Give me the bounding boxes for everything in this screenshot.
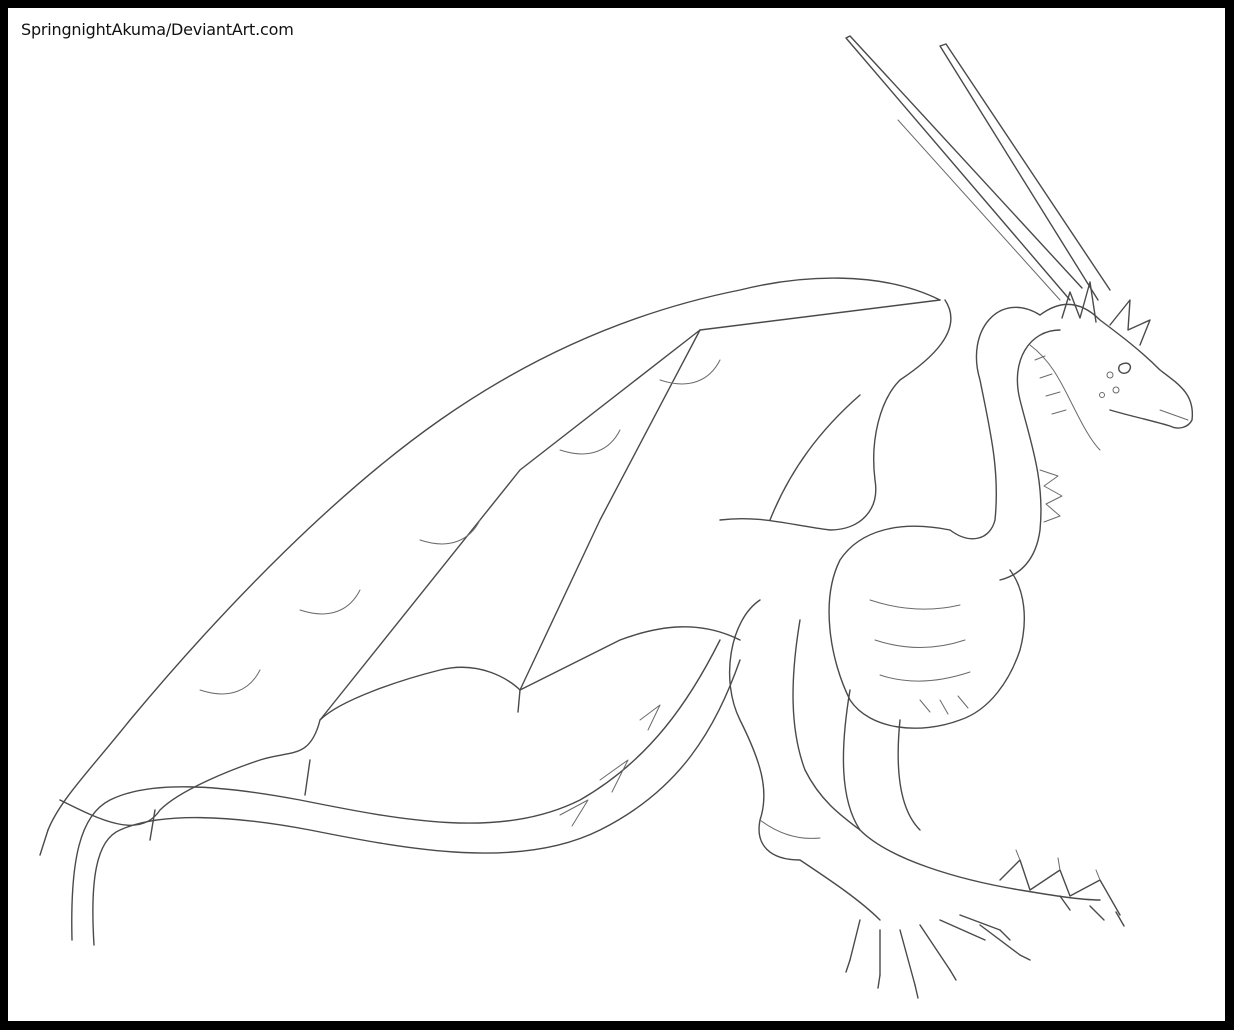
dragon-head [1039, 281, 1194, 429]
dragon-front-legs [842, 689, 1125, 927]
drawing-paper: SpringnightAkuma/DeviantArt.com [8, 8, 1225, 1021]
dragon-neck [949, 306, 1101, 581]
dragon-hind-legs [728, 599, 1031, 999]
dragon-wing [39, 277, 952, 856]
black-border-frame: SpringnightAkuma/DeviantArt.com [0, 0, 1234, 1030]
dragon-line-art [39, 35, 1194, 999]
dragon-horns [845, 35, 1111, 301]
dragon-body [828, 525, 1025, 729]
dragon-tail [71, 639, 741, 946]
